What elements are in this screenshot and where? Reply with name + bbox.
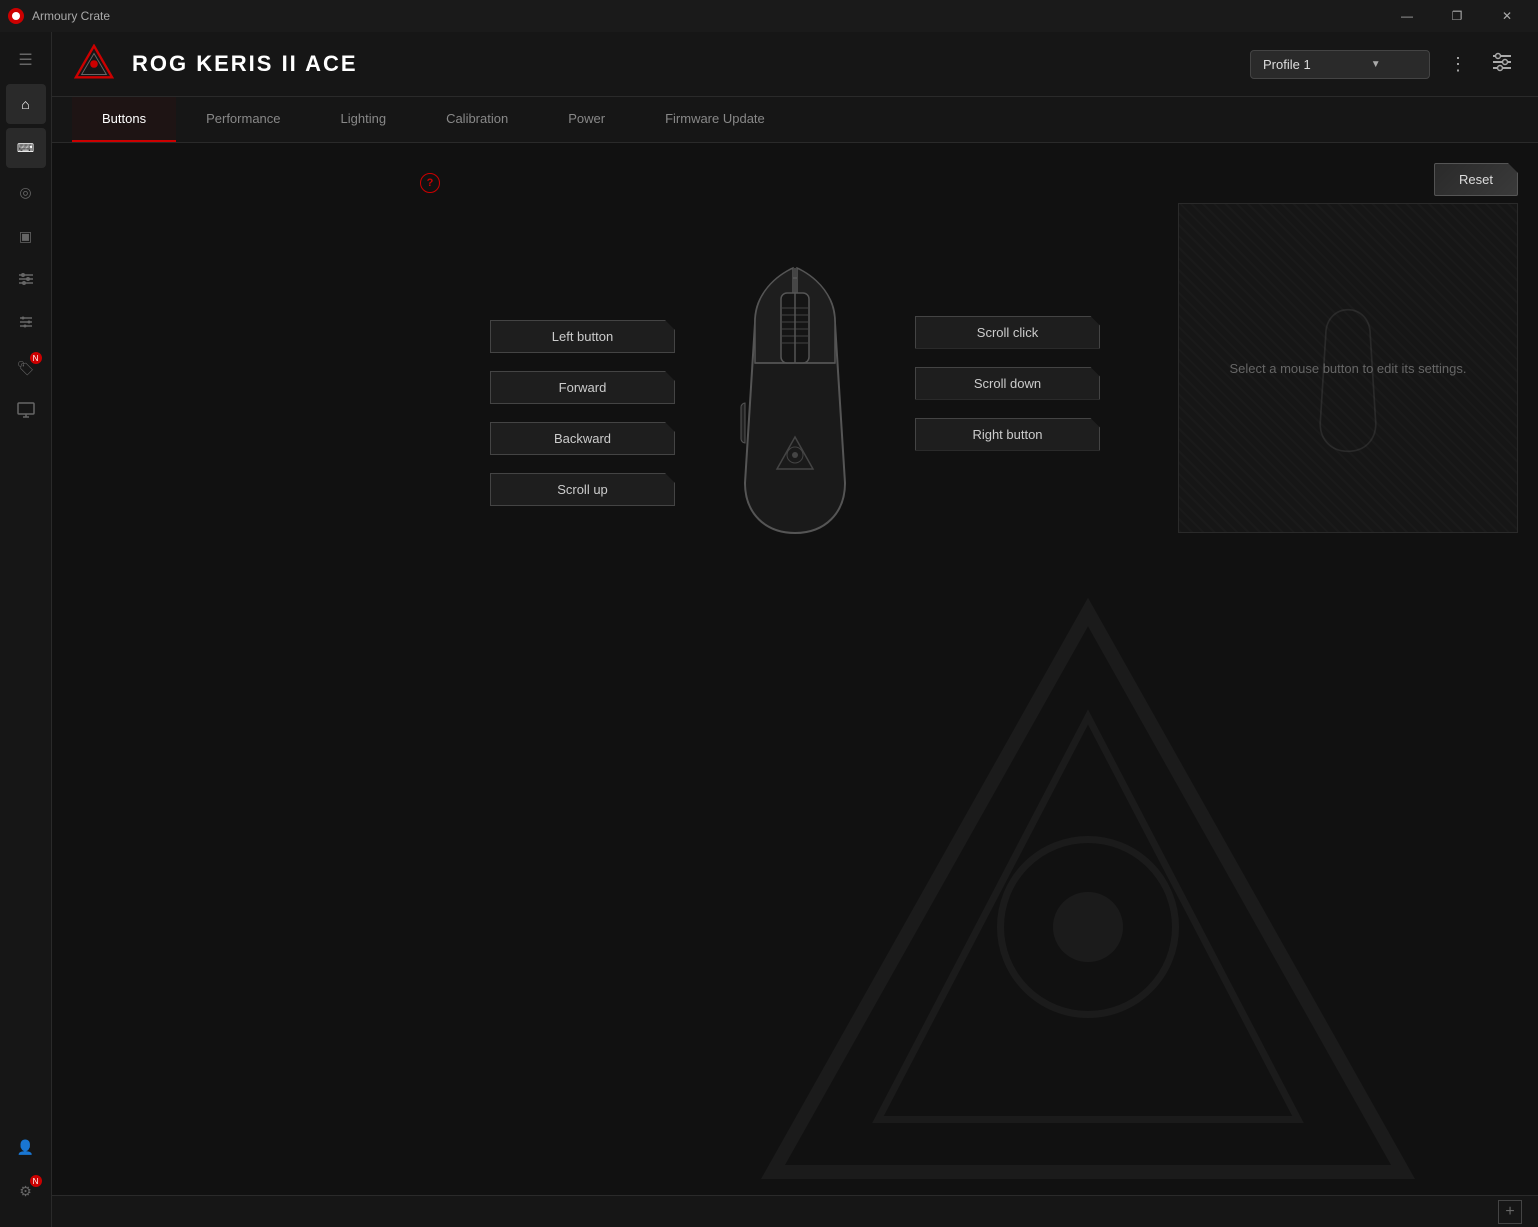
headset-icon: ◎ bbox=[19, 184, 31, 201]
scroll-click-button[interactable]: Scroll click bbox=[915, 316, 1100, 349]
sidebar-item-home[interactable]: ⌂ bbox=[6, 84, 46, 124]
tag-badge: N bbox=[30, 352, 42, 364]
keyboard-icon: ⌨ bbox=[17, 141, 34, 155]
tab-power[interactable]: Power bbox=[538, 97, 635, 142]
profile-label: Profile 1 bbox=[1263, 57, 1311, 72]
sidebar-item-sliders[interactable] bbox=[6, 260, 46, 300]
add-button[interactable]: + bbox=[1498, 1200, 1522, 1224]
minimize-button[interactable]: — bbox=[1384, 0, 1430, 32]
titlebar-controls: — ❐ ✕ bbox=[1384, 0, 1530, 32]
sidebar-item-camera[interactable]: ▣ bbox=[6, 216, 46, 256]
tab-lighting[interactable]: Lighting bbox=[311, 97, 417, 142]
profile-dropdown[interactable]: Profile 1 ▼ bbox=[1250, 50, 1430, 79]
mouse-diagram bbox=[695, 193, 895, 573]
titlebar-title: Armoury Crate bbox=[32, 9, 110, 23]
user-icon: 👤 bbox=[17, 1139, 34, 1156]
monitor-icon bbox=[17, 402, 35, 423]
scroll-up-button[interactable]: Scroll up bbox=[490, 473, 675, 506]
customize-button[interactable] bbox=[1486, 48, 1518, 80]
header-right: Profile 1 ▼ ⋮ bbox=[1250, 48, 1518, 80]
info-panel-message: Select a mouse button to edit its settin… bbox=[1209, 341, 1486, 396]
sidebar-item-headset[interactable]: ◎ bbox=[6, 172, 46, 212]
scroll-down-button[interactable]: Scroll down bbox=[915, 367, 1100, 400]
left-button[interactable]: Left button bbox=[490, 320, 675, 353]
backward-button[interactable]: Backward bbox=[490, 422, 675, 455]
left-buttons-panel: Left button Forward Backward Scroll up bbox=[490, 320, 675, 506]
info-panel: Select a mouse button to edit its settin… bbox=[1178, 203, 1518, 533]
sidebar-item-hamburger[interactable]: ☰ bbox=[6, 40, 46, 80]
tab-firmware[interactable]: Firmware Update bbox=[635, 97, 795, 142]
hamburger-icon: ☰ bbox=[18, 50, 32, 70]
device-name: ROG KERIS II ACE bbox=[132, 51, 358, 77]
tools-icon bbox=[17, 313, 35, 336]
right-buttons-panel: Scroll click Scroll down Right button bbox=[915, 316, 1100, 451]
home-icon: ⌂ bbox=[21, 96, 29, 112]
header-left: ROG KERIS II ACE bbox=[72, 42, 358, 86]
camera-icon: ▣ bbox=[19, 228, 32, 245]
more-options-button[interactable]: ⋮ bbox=[1442, 48, 1474, 80]
sliders-icon bbox=[17, 270, 35, 291]
titlebar-left: Armoury Crate bbox=[8, 8, 110, 24]
customize-icon bbox=[1491, 52, 1513, 77]
sidebar-item-monitor[interactable] bbox=[6, 392, 46, 432]
tabs: Buttons Performance Lighting Calibration… bbox=[52, 97, 1538, 143]
sidebar-item-keyboard[interactable]: ⌨ bbox=[6, 128, 46, 168]
sidebar-item-tools[interactable] bbox=[6, 304, 46, 344]
bg-watermark bbox=[738, 577, 1438, 1227]
sidebar-item-settings[interactable]: ⚙ N bbox=[6, 1171, 46, 1211]
more-options-icon: ⋮ bbox=[1449, 54, 1467, 75]
tab-performance[interactable]: Performance bbox=[176, 97, 310, 142]
titlebar: Armoury Crate — ❐ ✕ bbox=[0, 0, 1538, 32]
main-content: ROG KERIS II ACE Profile 1 ▼ ⋮ bbox=[52, 32, 1538, 1227]
restore-button[interactable]: ❐ bbox=[1434, 0, 1480, 32]
app-layout: ☰ ⌂ ⌨ ◎ ▣ bbox=[0, 32, 1538, 1227]
forward-button[interactable]: Forward bbox=[490, 371, 675, 404]
tab-buttons[interactable]: Buttons bbox=[72, 97, 176, 142]
settings-badge: N bbox=[30, 1175, 42, 1187]
sidebar: ☰ ⌂ ⌨ ◎ ▣ bbox=[0, 32, 52, 1227]
reset-button[interactable]: Reset bbox=[1434, 163, 1518, 196]
header: ROG KERIS II ACE Profile 1 ▼ ⋮ bbox=[52, 32, 1538, 97]
rog-logo bbox=[72, 42, 116, 86]
right-button[interactable]: Right button bbox=[915, 418, 1100, 451]
sidebar-item-tag[interactable]: 🏷 N bbox=[6, 348, 46, 388]
app-icon bbox=[8, 8, 24, 24]
tab-calibration[interactable]: Calibration bbox=[416, 97, 538, 142]
profile-arrow-icon: ▼ bbox=[1371, 59, 1381, 70]
close-button[interactable]: ✕ bbox=[1484, 0, 1530, 32]
sidebar-item-user[interactable]: 👤 bbox=[6, 1127, 46, 1167]
help-icon[interactable]: ? bbox=[420, 173, 440, 193]
bottom-bar: + bbox=[52, 1195, 1538, 1227]
settings-icon: ⚙ bbox=[19, 1183, 32, 1200]
content-area: Reset ? Left button Forward Backward Scr… bbox=[52, 143, 1538, 1227]
